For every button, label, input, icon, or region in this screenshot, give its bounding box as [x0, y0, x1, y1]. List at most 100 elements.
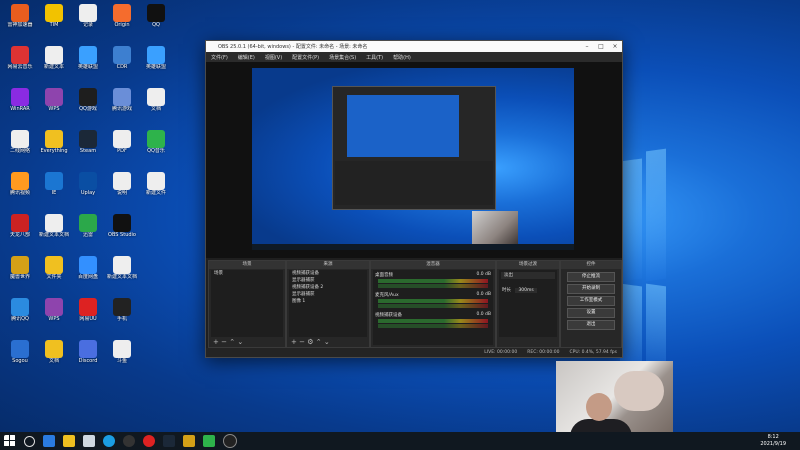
scene-item[interactable]: 场景	[211, 270, 283, 277]
desktop-icon[interactable]: PDF	[106, 130, 138, 160]
start-icon[interactable]	[4, 435, 16, 447]
duration-input[interactable]: 300ms	[515, 288, 537, 293]
gear-icon[interactable]: ⚙	[307, 338, 313, 346]
add-icon[interactable]: +	[291, 338, 297, 346]
close-icon[interactable]: ×	[608, 43, 622, 50]
desktop-icon[interactable]: Sogou	[4, 340, 36, 370]
desktop-icon[interactable]: Steam	[72, 130, 104, 160]
obs-window[interactable]: OBS 25.0.1 (64-bit, windows) - 配置文件: 未命名…	[205, 40, 623, 358]
desktop-icon[interactable]: WPS	[38, 298, 70, 328]
desktop-icon[interactable]: 新建文本文档	[106, 256, 138, 286]
menu-help[interactable]: 帮助(H)	[388, 54, 416, 61]
minimize-icon[interactable]: –	[580, 43, 594, 50]
obs-taskbar-icon[interactable]	[223, 434, 237, 448]
source-item[interactable]: 视频捕获设备 2	[289, 284, 367, 291]
source-item[interactable]: 视频捕获设备	[289, 270, 367, 277]
desktop-icon[interactable]: WPS	[38, 88, 70, 118]
menu-profile[interactable]: 配置文件(P)	[287, 54, 324, 61]
desktop-icon[interactable]: 文档	[140, 88, 172, 118]
desktop-icon[interactable]: 网易UU	[72, 298, 104, 328]
menu-tools[interactable]: 工具(T)	[361, 54, 388, 61]
desktop-icon[interactable]: 说明	[106, 172, 138, 202]
start-recording-button[interactable]: 开始录制	[567, 284, 615, 294]
desktop-icon[interactable]: 文件夹	[38, 256, 70, 286]
desktop-icon[interactable]: Everything	[38, 130, 70, 160]
steam-icon[interactable]	[163, 435, 175, 447]
down-icon[interactable]: ⌄	[324, 338, 330, 346]
down-icon[interactable]: ⌄	[237, 338, 243, 346]
desktop-icon[interactable]: 百度网盘	[72, 256, 104, 286]
settings-button[interactable]: 设置	[567, 308, 615, 318]
source-item[interactable]: 图像 1	[289, 298, 367, 305]
desktop-icon[interactable]: OBS Studio	[106, 214, 138, 244]
desktop-icon[interactable]: 手机	[106, 298, 138, 328]
task-view-icon[interactable]	[43, 435, 55, 447]
app-icon	[79, 172, 97, 190]
source-item[interactable]: 显示器捕获	[289, 277, 367, 284]
netease-icon[interactable]	[143, 435, 155, 447]
wechat-icon[interactable]	[203, 435, 215, 447]
desktop-icon[interactable]: Uplay	[72, 172, 104, 202]
desktop-icon[interactable]: 网易云音乐	[4, 46, 36, 76]
desktop-icon[interactable]: 腾讯游戏	[106, 88, 138, 118]
obs-icon[interactable]	[123, 435, 135, 447]
game-icon[interactable]	[183, 435, 195, 447]
desktop-icon[interactable]: 迅雷	[72, 214, 104, 244]
desktop-icon[interactable]: Origin	[106, 4, 138, 34]
desktop-icon[interactable]: 雷神加速器	[4, 4, 36, 34]
desktop-icon[interactable]: QQ游戏	[72, 88, 104, 118]
desktop-icon[interactable]: IE	[38, 172, 70, 202]
mixer-db: 0.0 dB	[476, 292, 491, 297]
maximize-icon[interactable]: □	[594, 43, 608, 50]
desktop-icon[interactable]: 英雄联盟	[140, 46, 172, 76]
volume-slider[interactable]	[378, 284, 488, 288]
obs-preview[interactable]	[206, 62, 622, 258]
desktop-icon[interactable]: 魔兽世界	[4, 256, 36, 286]
obs-title: OBS 25.0.1 (64-bit, windows) - 配置文件: 未命名…	[218, 44, 368, 50]
studio-mode-button[interactable]: 工作室模式	[567, 296, 615, 306]
app-icon	[147, 4, 165, 22]
desktop-icon[interactable]: QQ音乐	[140, 130, 172, 160]
desktop-icon[interactable]: WinRAR	[4, 88, 36, 118]
desktop-icon[interactable]: Discord	[72, 340, 104, 370]
menu-edit[interactable]: 编辑(E)	[233, 54, 260, 61]
stop-streaming-button[interactable]: 停止推流	[567, 272, 615, 282]
app-icon	[79, 214, 97, 232]
desktop-icon[interactable]: 记录	[72, 4, 104, 34]
desktop-icon[interactable]: CDR	[106, 46, 138, 76]
scenes-dock: 场景 场景 + − ⌃ ⌄	[208, 260, 286, 348]
desktop-icon[interactable]: 新建文本文档	[38, 214, 70, 244]
volume-slider[interactable]	[378, 304, 488, 308]
desktop-icon-label: 手机	[116, 316, 127, 322]
menu-scene-collection[interactable]: 场景集合(S)	[324, 54, 361, 61]
up-icon[interactable]: ⌃	[316, 338, 322, 346]
add-icon[interactable]: +	[213, 338, 219, 346]
desktop-icon[interactable]: 文档	[38, 340, 70, 370]
edge-icon[interactable]	[103, 435, 115, 447]
transition-type-select[interactable]: 淡出	[501, 272, 555, 279]
desktop-icon[interactable]: 二线网络	[4, 130, 36, 160]
remove-icon[interactable]: −	[299, 338, 305, 346]
exit-button[interactable]: 退出	[567, 320, 615, 330]
file-explorer-icon[interactable]	[63, 435, 75, 447]
menu-view[interactable]: 视图(V)	[260, 54, 287, 61]
volume-slider[interactable]	[378, 324, 488, 328]
desktop-icon[interactable]: TIM	[38, 4, 70, 34]
desktop-icon[interactable]: 天龙八部	[4, 214, 36, 244]
desktop-icon-label: 新建文本	[43, 64, 64, 70]
desktop-icon[interactable]: 新建文件	[140, 172, 172, 202]
menu-file[interactable]: 文件(F)	[206, 54, 233, 61]
taskbar-clock[interactable]: 8:12 2021/9/19	[760, 434, 786, 448]
remove-icon[interactable]: −	[221, 338, 227, 346]
desktop-icon[interactable]: 腾讯QQ	[4, 298, 36, 328]
obs-titlebar[interactable]: OBS 25.0.1 (64-bit, windows) - 配置文件: 未命名…	[206, 41, 622, 52]
source-item[interactable]: 显示器捕获	[289, 291, 367, 298]
desktop-icon[interactable]: 新建文本	[38, 46, 70, 76]
up-icon[interactable]: ⌃	[229, 338, 235, 346]
desktop-icon[interactable]: 斗鱼	[106, 340, 138, 370]
desktop-icon[interactable]: 腾讯视频	[4, 172, 36, 202]
cloud-icon[interactable]	[83, 435, 95, 447]
desktop-icon[interactable]: QQ	[140, 4, 172, 34]
desktop-icon[interactable]: 英雄联盟	[72, 46, 104, 76]
cortana-icon[interactable]	[24, 435, 35, 447]
